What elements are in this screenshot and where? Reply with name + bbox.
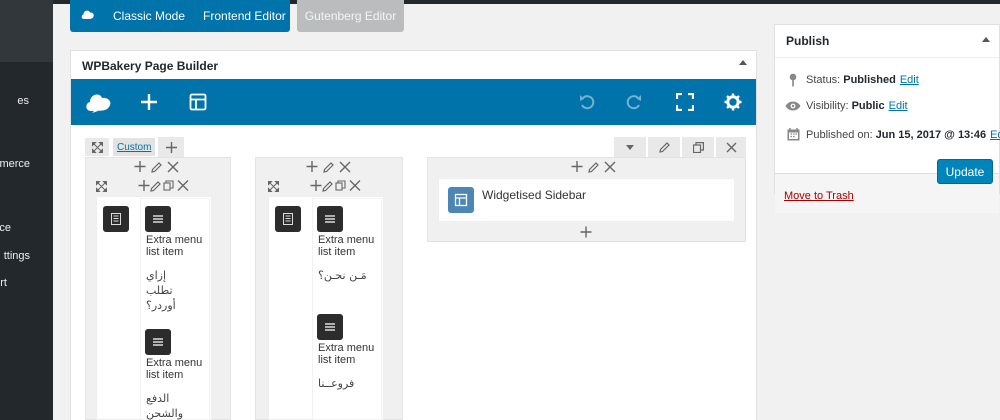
pin-icon <box>785 73 801 87</box>
inner-row-2-controls[interactable] <box>310 179 362 195</box>
row-edit-button[interactable] <box>648 137 680 157</box>
add-element-icon[interactable] <box>138 91 160 113</box>
widgetised-sidebar-element[interactable]: Widgetised Sidebar <box>438 178 735 222</box>
published-on-edit-link[interactable]: Edit <box>990 129 1000 141</box>
publish-divider <box>775 57 999 58</box>
menu-list-item-icon <box>317 314 343 340</box>
visibility-edit-link[interactable]: Edit <box>889 100 908 112</box>
row-move-handle[interactable] <box>85 138 109 156</box>
admin-sidebar: es merce ce ttings rt <box>0 0 53 420</box>
column-3-add-element-button[interactable] <box>580 226 592 241</box>
visibility-row: Visibility: Public Edit <box>785 100 908 112</box>
wpbakery-cloud-icon <box>81 9 95 23</box>
status-row: Status: Published Edit <box>785 73 919 87</box>
element-text: مَـن نحـن؟ <box>318 269 367 282</box>
element-label[interactable]: Extra menu list item <box>146 234 210 258</box>
calendar-icon <box>785 128 801 141</box>
menu-list-item-icon <box>317 206 343 232</box>
inner-row-1-move-handle[interactable] <box>95 180 108 195</box>
menu-list-item-icon <box>145 206 171 232</box>
templates-icon[interactable] <box>187 91 209 113</box>
inner-row-2-move-handle[interactable] <box>267 180 280 195</box>
visibility-label: Visibility: <box>806 100 849 112</box>
wpbakery-logo-icon[interactable] <box>84 91 114 113</box>
row-element-icon <box>103 206 129 232</box>
eye-icon <box>785 101 801 111</box>
published-on-row: Published on: Jun 15, 2017 @ 13:46 Edit <box>785 128 1000 141</box>
frontend-editor-button[interactable]: Frontend Editor <box>203 9 286 23</box>
widgetised-sidebar-label: Widgetised Sidebar <box>482 188 587 202</box>
row-delete-button[interactable] <box>716 137 746 157</box>
widgetised-sidebar-icon <box>448 187 474 213</box>
element-text: إزاي تطلب أوردر؟ <box>146 269 176 312</box>
classic-mode-button[interactable]: Classic Mode <box>113 9 185 23</box>
row-layout-custom-link[interactable]: Custom <box>113 138 156 156</box>
sidebar-item-export[interactable]: rt <box>0 277 7 289</box>
fullscreen-icon[interactable] <box>674 91 696 113</box>
status-value: Published <box>843 74 896 86</box>
element-label[interactable]: Extra menu list item <box>146 357 210 381</box>
row-add-column-button[interactable] <box>158 137 184 157</box>
editor-mode-bar: Classic Mode Frontend Editor <box>70 0 290 32</box>
sidebar-active-item[interactable] <box>0 0 53 62</box>
element-text: فروعــنا <box>318 377 355 390</box>
row-element-icon <box>275 206 301 232</box>
status-edit-link[interactable]: Edit <box>900 74 919 86</box>
published-on-value: Jun 15, 2017 @ 13:46 <box>875 128 987 141</box>
sidebar-item-woocommerce[interactable]: merce <box>0 158 30 170</box>
settings-icon[interactable] <box>722 91 744 113</box>
element-label[interactable]: Extra menu list item <box>318 234 382 258</box>
gutenberg-editor-button[interactable]: Gutenberg Editor <box>297 0 404 32</box>
publish-collapse-toggle[interactable] <box>982 37 990 42</box>
row-clone-button[interactable] <box>682 137 714 157</box>
update-button[interactable]: Update <box>937 159 993 184</box>
undo-icon[interactable] <box>576 91 598 113</box>
panel-title: WPBakery Page Builder <box>82 59 219 73</box>
panel-collapse-toggle[interactable] <box>739 60 747 65</box>
column-1-controls[interactable] <box>134 160 180 176</box>
builder-toolbar <box>71 79 756 125</box>
sidebar-item-appearance[interactable]: ce <box>0 222 11 234</box>
published-on-label: Published on: <box>806 128 873 141</box>
status-label: Status: <box>806 74 841 86</box>
inner-row-1-controls[interactable] <box>138 179 190 195</box>
column-3-controls[interactable] <box>571 160 617 176</box>
sidebar-item-pages[interactable]: es <box>17 95 29 107</box>
element-label[interactable]: Extra menu list item <box>318 342 382 366</box>
redo-icon[interactable] <box>623 91 645 113</box>
element-text: الدفع والشحن <box>146 392 184 420</box>
publish-title: Publish <box>786 34 830 48</box>
menu-list-item-icon <box>145 329 171 355</box>
visibility-value: Public <box>851 100 885 112</box>
row-toggle-dropdown[interactable] <box>614 137 646 157</box>
move-to-trash-link[interactable]: Move to Trash <box>784 190 854 202</box>
sidebar-item-settings[interactable]: ttings <box>4 250 30 262</box>
column-2-controls[interactable] <box>306 160 352 176</box>
